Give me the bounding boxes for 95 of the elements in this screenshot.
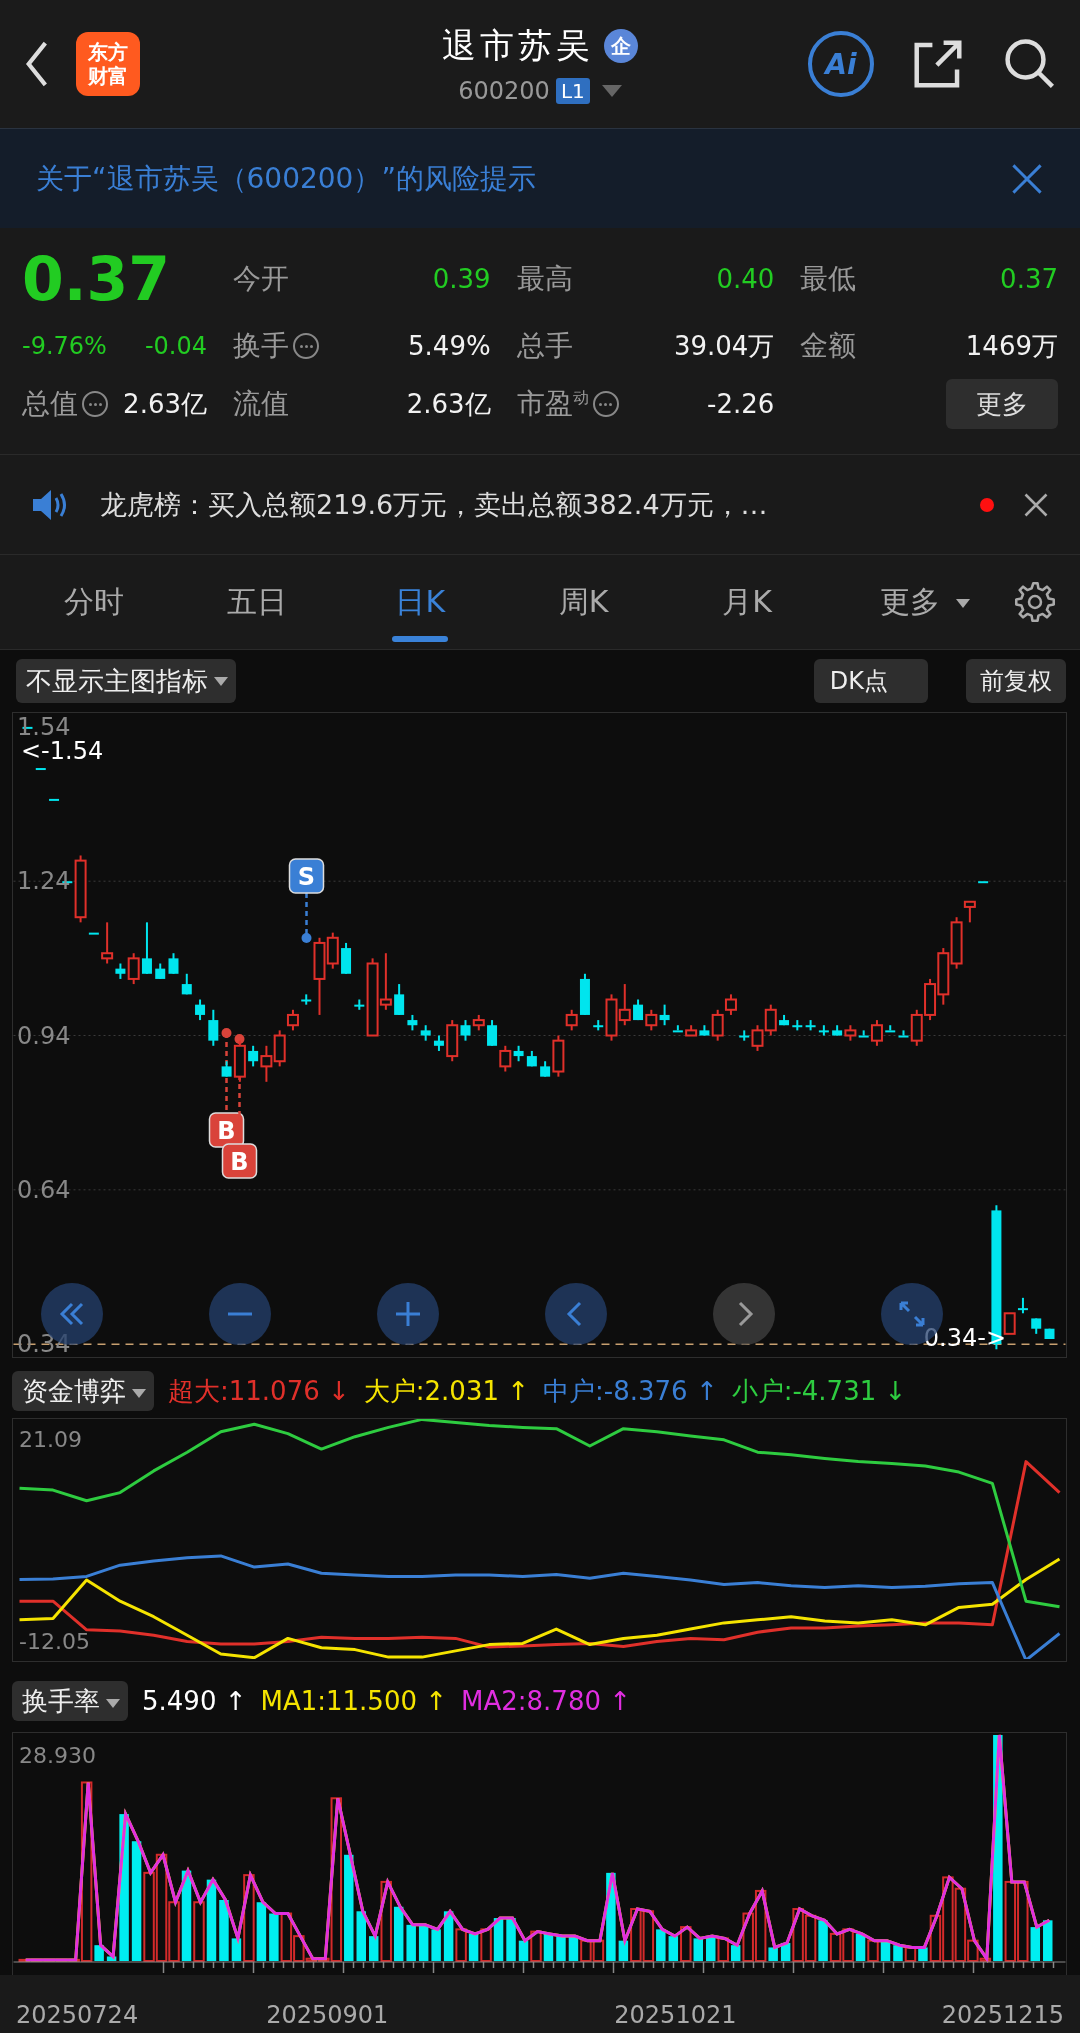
axis-label: 21.09 [19, 1426, 82, 1453]
risk-notice-link[interactable]: 关于“退市苏吴（600200）”的风险提示 [36, 159, 536, 198]
candlestick [260, 1044, 273, 1083]
ai-button[interactable]: Ai [808, 31, 874, 97]
candlestick [724, 993, 737, 1016]
axis-label: 1.24 [17, 868, 71, 895]
more-button[interactable]: 更多 [946, 379, 1058, 429]
date-label: 20251021 [614, 2001, 737, 2029]
stat-value: 2.63亿 [123, 387, 207, 421]
chart-period-tab[interactable]: 五日 [175, 554, 339, 650]
candlestick [248, 1044, 259, 1068]
price-change: -0.04 [144, 332, 207, 360]
stock-name: 退市苏吴 [442, 24, 594, 67]
candlestick [898, 1029, 909, 1038]
adjust-price-button[interactable]: 前复权 [966, 659, 1066, 703]
candlestick [208, 1008, 219, 1047]
stat-label: 换手 [233, 328, 289, 364]
candlestick [101, 921, 114, 965]
stat-label: 今开 [233, 261, 289, 297]
axis-label: 0.64 [17, 1176, 71, 1203]
candlestick [487, 1019, 498, 1047]
axis-label: -12.05 [19, 1629, 90, 1656]
stat-value: -2.26 [707, 389, 775, 419]
enterprise-badge: 企 [604, 29, 638, 63]
candlestick [286, 1008, 299, 1032]
stat-label: 总值 [22, 386, 78, 422]
chart-period-tab[interactable]: 更多 [828, 554, 992, 650]
stock-code: 600200 [458, 77, 550, 105]
date-label: 20251215 [941, 2001, 1064, 2029]
legend-value: 中户:-8.376 ↑ [543, 1374, 718, 1408]
level-badge: L1 [555, 78, 590, 104]
candlestick [672, 1024, 683, 1033]
more-info-icon[interactable] [592, 391, 619, 417]
axis-label: 28.930 [19, 1743, 96, 1768]
indicator-dropdown[interactable]: 资金博弈 [12, 1371, 154, 1411]
zoom-in-button[interactable] [377, 1283, 439, 1345]
stat-value: 0.37 [1000, 264, 1058, 294]
legend-value: 5.490 ↑ [142, 1686, 247, 1716]
legend-value: MA1:11.500 ↑ [260, 1686, 448, 1716]
more-info-icon[interactable] [82, 391, 108, 417]
indicator-dropdown[interactable]: 不显示主图指标 [16, 659, 236, 703]
zoom-out-button[interactable] [209, 1283, 271, 1345]
chart-period-tab[interactable]: 周K [502, 554, 666, 650]
previous-button[interactable] [545, 1283, 607, 1345]
last-price: 0.37 [22, 244, 171, 314]
percent-change: -9.76% [22, 332, 107, 360]
legend-value: 超大:11.076 ↓ [168, 1374, 350, 1408]
dropdown-icon[interactable] [601, 85, 622, 97]
candlestick [195, 998, 206, 1022]
high-price-label: <-1.54 [21, 737, 104, 765]
candlestick [460, 1019, 471, 1042]
dk-points-button[interactable]: DK点 [813, 659, 928, 703]
candlestick [963, 900, 976, 924]
candlestick [978, 881, 989, 884]
stat-value: 2.63亿 [406, 387, 491, 421]
date-label: 20250901 [266, 2001, 389, 2029]
candlestick [1003, 1312, 1016, 1335]
close-icon[interactable] [1010, 161, 1044, 196]
candlestick [870, 1019, 883, 1047]
candlestick [499, 1044, 512, 1073]
stat-value: 0.40 [716, 264, 775, 294]
legend-value: MA2:8.780 ↑ [461, 1686, 632, 1716]
candlestick [858, 1029, 869, 1038]
chart-period-tab[interactable]: 分时 [12, 554, 176, 650]
candlestick [49, 798, 60, 801]
chart-period-tab[interactable]: 日K [338, 554, 502, 650]
candlestick [659, 1003, 670, 1027]
stat-label: 市盈$^{动}$ [516, 386, 589, 422]
stat-value: 39.04万 [673, 329, 775, 363]
stat-label: 最高 [516, 261, 573, 297]
candlestick [88, 932, 99, 935]
legend-value: 小户:-4.731 ↓ [731, 1374, 907, 1408]
candlestick [127, 952, 140, 986]
candlestick [141, 921, 152, 975]
legend-value: 大户:2.031 ↑ [363, 1374, 530, 1408]
candlestick [565, 1008, 578, 1032]
candlestick [394, 983, 405, 1016]
stat-label: 最低 [800, 261, 857, 297]
axis-label: 0.94 [17, 1022, 71, 1049]
axis-label: 1.54 [17, 713, 71, 740]
candlestick [645, 1008, 658, 1032]
candlestick [35, 768, 46, 771]
date-label: 20250724 [16, 2001, 139, 2029]
stat-value: 1469万 [965, 329, 1058, 363]
stat-value: 5.49% [408, 331, 491, 361]
candlestick [885, 1024, 896, 1033]
indicator-dropdown[interactable]: 换手率 [12, 1681, 128, 1721]
candlestick [711, 1008, 724, 1042]
chart-period-tab[interactable]: 月K [665, 554, 829, 650]
stat-value: 0.39 [432, 264, 491, 294]
stat-label: 流值 [233, 386, 289, 422]
more-info-icon[interactable] [293, 333, 319, 359]
stat-label: 总手 [516, 328, 573, 364]
stat-label: 金额 [800, 328, 857, 364]
candlestick [168, 952, 179, 975]
